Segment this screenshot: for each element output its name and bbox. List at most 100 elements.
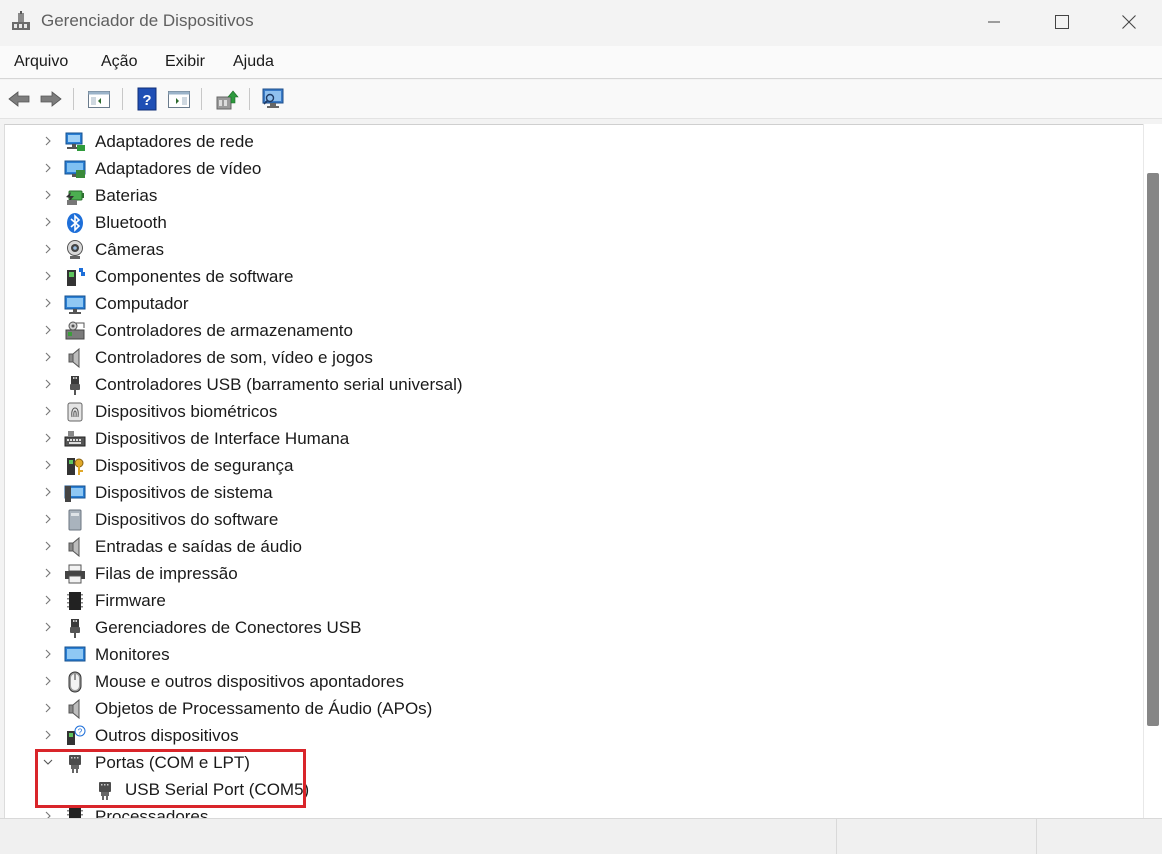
minimize-icon [988,21,1000,23]
chevron-right-icon[interactable] [41,539,55,553]
tree-category-item[interactable]: Adaptadores de rede [5,128,1135,155]
status-pane [836,819,1036,854]
security-key-icon [64,455,86,477]
tree-category-item[interactable]: Controladores de som, vídeo e jogos [5,344,1135,371]
chevron-right-icon[interactable] [41,485,55,499]
tree-category-item[interactable]: Computador [5,290,1135,317]
monitor-icon [64,644,86,666]
tree-category-item[interactable]: Controladores de armazenamento [5,317,1135,344]
chevron-right-icon[interactable] [41,134,55,148]
tree-category-item[interactable]: Dispositivos do software [5,506,1135,533]
chevron-right-icon[interactable] [41,566,55,580]
usb-plug-icon [64,374,86,396]
tree-item-label: Baterias [95,186,158,205]
tree-category-item[interactable]: Entradas e saídas de áudio [5,533,1135,560]
scan-hardware-button[interactable] [261,86,287,112]
chevron-right-icon[interactable] [41,647,55,661]
menu-exibir[interactable]: Exibir [165,53,205,71]
minimize-button[interactable] [960,0,1028,44]
printer-icon [64,563,86,585]
tree-category-item[interactable]: Bluetooth [5,209,1135,236]
tree-category-item[interactable]: Componentes de software [5,263,1135,290]
tree-category-item[interactable]: Firmware [5,587,1135,614]
chevron-right-icon[interactable] [41,701,55,715]
tree-category-item[interactable]: Dispositivos de Interface Humana [5,425,1135,452]
chevron-right-icon[interactable] [41,161,55,175]
tree-item-label: Dispositivos de Interface Humana [95,429,350,448]
tree-category-item[interactable]: Mouse e outros dispositivos apontadores [5,668,1135,695]
chevron-right-icon[interactable] [41,431,55,445]
speaker-icon [64,536,86,558]
chevron-right-icon[interactable] [41,296,55,310]
show-hide-action-pane-button[interactable] [166,86,192,112]
menu-ajuda[interactable]: Ajuda [233,53,274,71]
tree-item-label: Outros dispositivos [95,726,239,745]
chevron-right-icon[interactable] [41,377,55,391]
help-button[interactable]: ? [134,86,160,112]
tree-item-label: Adaptadores de vídeo [95,159,262,178]
hid-keyboard-icon [64,428,86,450]
menu-arquivo[interactable]: Arquivo [14,53,68,71]
update-driver-button[interactable] [214,86,240,112]
tree-item-label: Gerenciadores de Conectores USB [95,618,362,637]
tree-category-item[interactable]: Monitores [5,641,1135,668]
help-icon: ? [137,87,157,111]
chip-icon [64,590,86,612]
tree-category-item[interactable]: Dispositivos de sistema [5,479,1135,506]
title-bar: Gerenciador de Dispositivos [0,0,1162,44]
chevron-right-icon[interactable] [41,215,55,229]
chevron-right-icon[interactable] [41,512,55,526]
unknown-device-icon: ? [64,725,86,747]
close-button[interactable] [1096,0,1162,44]
chevron-right-icon[interactable] [41,458,55,472]
chevron-right-icon[interactable] [41,188,55,202]
back-arrow-icon [8,91,30,107]
chevron-right-icon[interactable] [41,728,55,742]
computer-icon [64,293,86,315]
chevron-right-icon[interactable] [41,674,55,688]
forward-arrow-icon [40,91,62,107]
menu-acao[interactable]: Ação [101,53,137,71]
tree-category-item[interactable]: Filas de impressão [5,560,1135,587]
maximize-icon [1055,15,1069,29]
tree-category-item[interactable]: ? Outros dispositivos [5,722,1135,749]
tree-category-item[interactable]: Baterias [5,182,1135,209]
chevron-right-icon[interactable] [41,242,55,256]
tree-item-label: Filas de impressão [95,564,238,583]
tree-category-item[interactable]: Dispositivos de segurança [5,452,1135,479]
chevron-right-icon[interactable] [41,269,55,283]
toolbar-separator [122,88,123,110]
chevron-right-icon[interactable] [41,323,55,337]
tree-item-label: Bluetooth [95,213,167,232]
chevron-right-icon[interactable] [41,350,55,364]
tree-category-item[interactable]: Objetos de Processamento de Áudio (APOs) [5,695,1135,722]
forward-button[interactable] [38,86,64,112]
show-hide-console-tree-icon [88,91,110,108]
device-tree[interactable]: Adaptadores de rede Adaptadores de vídeo B… [4,124,1143,818]
menu-bar: Arquivo Ação Exibir Ajuda [0,46,1162,78]
system-device-icon [64,482,86,504]
tree-item-label: Adaptadores de rede [95,132,254,151]
chevron-right-icon[interactable] [41,809,55,818]
tree-category-item[interactable]: Câmeras [5,236,1135,263]
status-bar [0,818,1162,854]
tree-item-label: Controladores USB (barramento serial uni… [95,375,463,394]
mouse-icon [64,671,86,693]
tree-item-label: Componentes de software [95,267,294,286]
tree-category-item[interactable]: Adaptadores de vídeo [5,155,1135,182]
tree-category-item[interactable]: Controladores USB (barramento serial uni… [5,371,1135,398]
maximize-button[interactable] [1028,0,1096,44]
tree-category-item[interactable]: Gerenciadores de Conectores USB [5,614,1135,641]
toolbar-separator-line [0,118,1162,119]
status-pane [1036,819,1162,854]
scrollbar-thumb[interactable] [1147,173,1159,726]
chevron-right-icon[interactable] [41,404,55,418]
tree-category-item[interactable]: Dispositivos biométricos [5,398,1135,425]
show-hide-console-tree-button[interactable] [86,86,112,112]
chevron-right-icon[interactable] [41,620,55,634]
vertical-scrollbar[interactable] [1143,124,1162,818]
back-button[interactable] [6,86,32,112]
chevron-right-icon[interactable] [41,593,55,607]
svg-text:?: ? [142,92,151,109]
device-manager-icon [12,11,30,30]
